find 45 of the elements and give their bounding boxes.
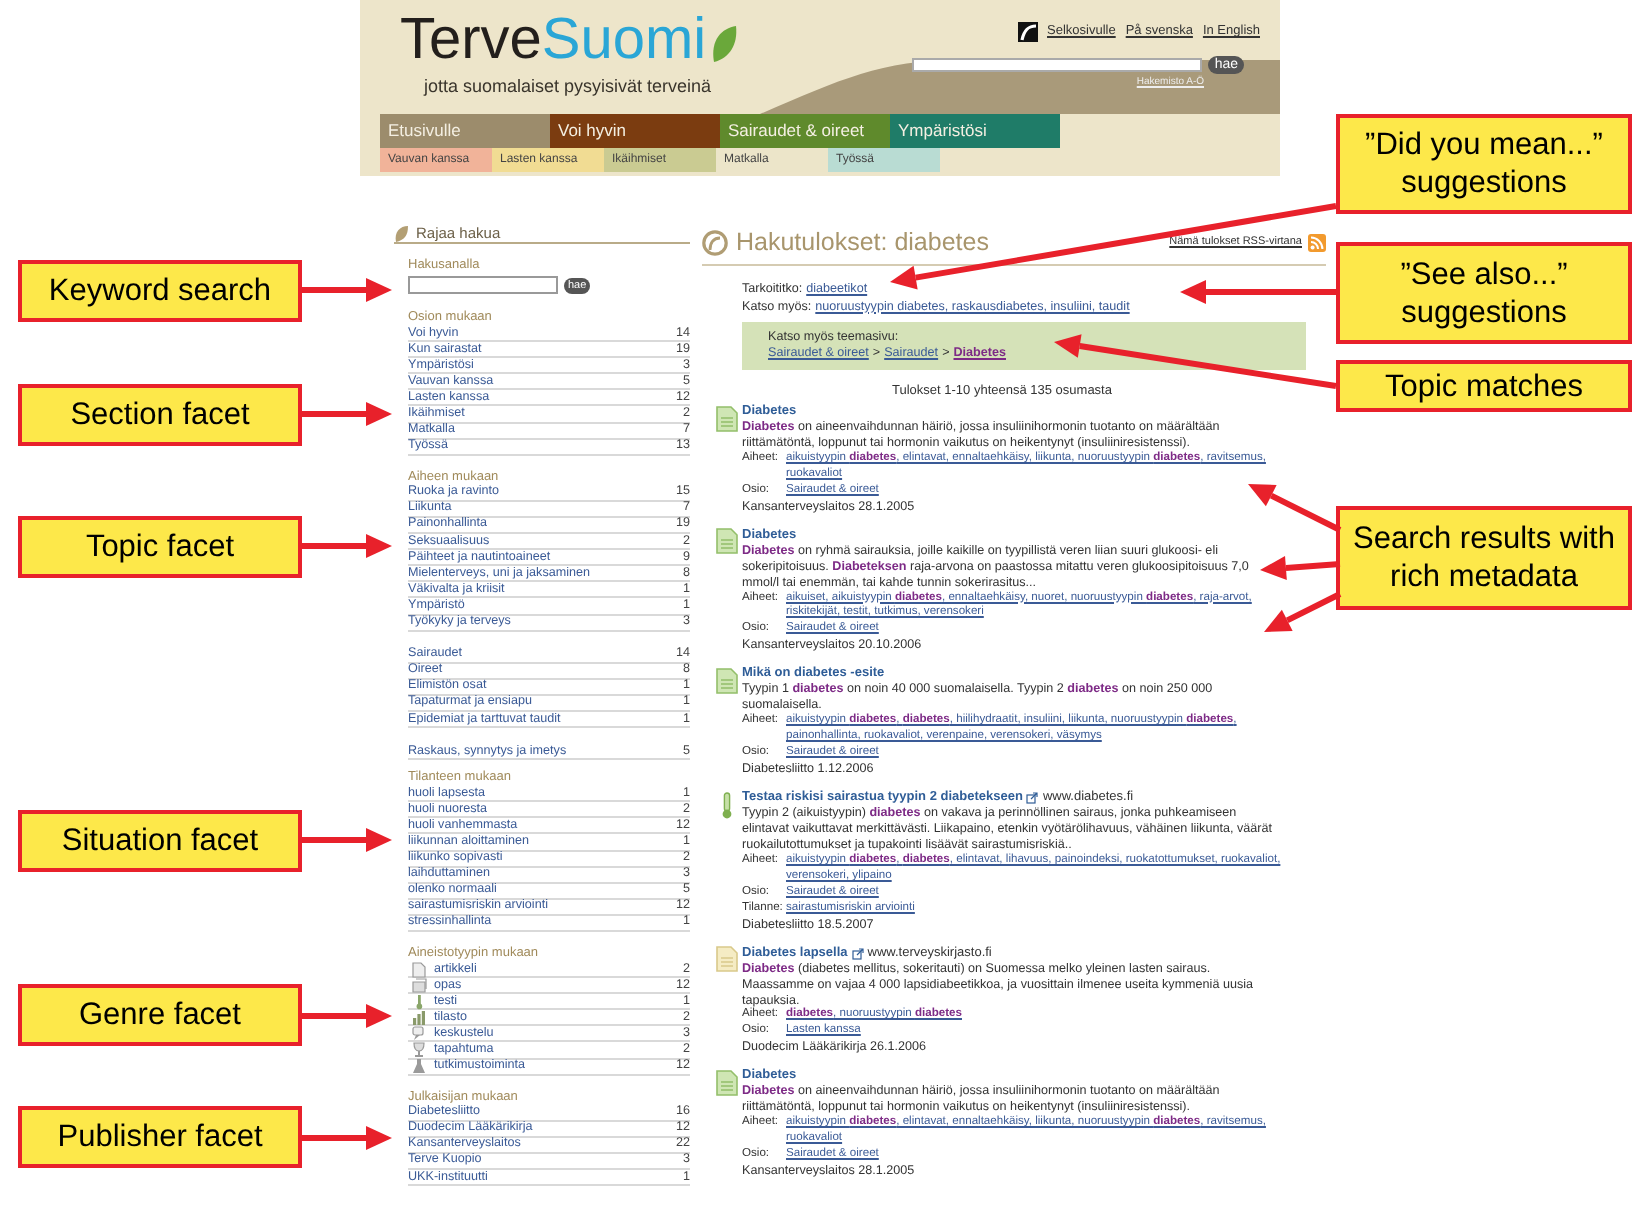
logo-text: Suomi [541, 12, 707, 70]
leaf-icon [394, 225, 408, 241]
speech-bubble-icon [412, 1025, 428, 1042]
document-icon [716, 1070, 738, 1099]
callout-label: Topic facet [18, 516, 302, 578]
callout-label: Publisher facet [18, 1106, 302, 1168]
document-icon [716, 946, 738, 975]
bar-chart-icon [412, 1009, 428, 1026]
logo-text: Terve [400, 12, 542, 70]
leaf-icon [710, 24, 739, 64]
rss-icon [1308, 233, 1326, 252]
nav-tab[interactable]: Sairaudet & oireet [720, 114, 890, 148]
curve-icon [1017, 22, 1038, 42]
keyword-field[interactable] [408, 276, 558, 294]
logo-tagline: jotta suomalaiset pysyisivät terveinä [424, 74, 714, 100]
results-title: Hakutulokset: diabetes [736, 226, 989, 260]
document-icon [716, 668, 738, 697]
callout-label: ”Did you mean...” suggestions [1336, 114, 1632, 214]
annotation-arrow [302, 402, 392, 426]
nav-tab[interactable]: Voi hyvin [550, 114, 720, 148]
annotation-arrow [1264, 591, 1342, 632]
annotation-arrow [302, 534, 392, 558]
callout-label: Search results with rich metadata [1336, 506, 1632, 610]
callout-label: Section facet [18, 384, 302, 446]
annotation-arrow [302, 1004, 392, 1028]
callout-label: Topic matches [1336, 360, 1632, 412]
external-link-icon [1026, 792, 1039, 804]
nav-tab[interactable]: Ympäristösi [890, 114, 1060, 148]
doc-icon [412, 961, 428, 978]
external-link-icon [851, 947, 864, 960]
flask-icon [412, 1058, 428, 1075]
annotation-arrow [302, 828, 392, 852]
annotation-arrow [302, 278, 392, 302]
annotation-arrow [302, 1126, 392, 1150]
document-icon [716, 528, 738, 557]
document-icon [716, 405, 738, 434]
search-field[interactable] [912, 58, 1203, 72]
callout-label: Situation facet [18, 810, 302, 872]
annotation-arrow [1260, 556, 1341, 580]
thermometer-icon [412, 993, 428, 1010]
spiral-icon [702, 229, 728, 256]
annotation-arrow [1248, 484, 1342, 533]
callout-label: Genre facet [18, 984, 302, 1046]
callout-label: Keyword search [18, 260, 302, 322]
callout-label: ”See also...” suggestions [1336, 242, 1632, 344]
